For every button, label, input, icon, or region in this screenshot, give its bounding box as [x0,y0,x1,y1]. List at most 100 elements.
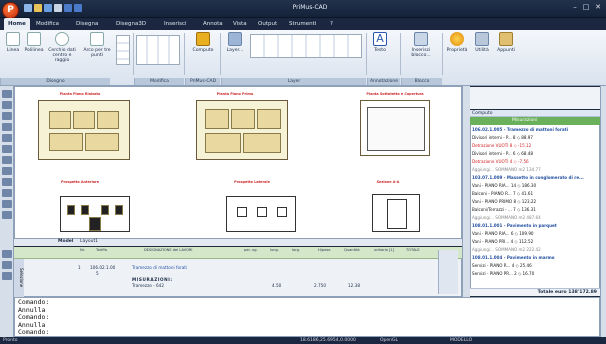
table-header: Nr. Tariffa DESIGNAZIONE dei LAVORI par.… [14,247,462,259]
new-file-icon[interactable] [24,4,32,12]
tool-point-icon[interactable] [2,189,12,197]
tool-text-icon[interactable] [2,211,12,219]
list-item[interactable]: Vani - PIANO RIA... 14 ◇ 186.30 [472,183,598,189]
list-item[interactable]: Divisori interni - P... 8 ◇ 88.97 [472,135,598,141]
elevation-front[interactable] [60,196,130,232]
drawing-title-6: Sezione A-A [376,180,400,184]
arc-icon [90,32,104,46]
circle-button[interactable]: Cerchio dati centro e raggio [45,32,79,63]
panel-toolbar [470,87,600,109]
save-icon[interactable] [44,4,52,12]
layer-tools[interactable] [250,34,362,58]
drawing-title-5: Prospetto Laterale [234,180,270,184]
app-logo[interactable]: P [2,2,19,19]
list-item[interactable]: Vani - PIANO RIA... 6 ◇ 109.90 [472,231,598,237]
space-mode[interactable]: MODELLO [450,337,472,344]
list-item[interactable]: Balconi - PIANO R... 7 ◇ 41.61 [472,191,598,197]
section-header[interactable]: 103.07.1.009 - Massetto in conglomerato … [472,175,598,181]
section-header[interactable]: 108.01.1.004 - Pavimento in marmo [472,255,598,261]
list-item[interactable]: Servizi - PIANO PR... 2 ◇ 16.70 [472,271,598,277]
drawing-title-1: Pianta Piano Rialzato [59,92,101,96]
list-item[interactable]: Servizi - PIANO R... 4 ◇ 25.46 [472,263,598,269]
layer-button[interactable]: Layer... [223,32,247,53]
tab-help[interactable]: ? [326,18,337,30]
tool-spline-icon[interactable] [2,145,12,153]
tool-arc-icon[interactable] [2,123,12,131]
tool-table-icon[interactable] [2,200,12,208]
text-icon: A [373,32,387,46]
properties-button[interactable]: Proprietà [444,32,470,53]
section-aa[interactable] [372,194,420,232]
list-item[interactable]: Vani - PIANO PRI... 4 ◇ 112.52 [472,239,598,245]
list-item[interactable]: Aggiungi... SOMMANO m2 487.64 [472,215,598,221]
status-bar: Pronto 18.6186,25.6954,0.0000 OpenGL MOD… [0,337,606,344]
tool-circle-icon[interactable] [2,112,12,120]
polyline-button[interactable]: Polilinea [23,32,45,53]
text-button[interactable]: A Testo [370,32,390,53]
tab-annota[interactable]: Annota [199,18,227,30]
tab-modifica[interactable]: Modifica [32,18,63,30]
utilities-button[interactable]: Utilità [472,32,492,53]
tab-disegna3d[interactable]: Disegna3D [112,18,150,30]
group-disegno: Disegno [0,78,110,85]
maximize-button[interactable]: □ [581,3,591,11]
drawing-title-3: Pianta Sottotetto e Copertura [366,92,424,96]
print-icon[interactable] [54,4,62,12]
tool-measure-icon[interactable] [2,261,12,269]
tab-strumenti[interactable]: Strumenti [285,18,320,30]
section-header[interactable]: 106.02.1.005 - Tramezzo di mattoni forat… [472,127,598,133]
arc-button[interactable]: Arco per tre punti [82,32,112,58]
close-button[interactable]: ✕ [593,3,603,11]
panel-list: 106.02.1.005 - Tramezzo di mattoni forat… [470,127,600,287]
tab-output[interactable]: Output [254,18,281,30]
drawing-title-2: Pianta Piano Primo [216,92,254,96]
table-row[interactable]: Tramezzo - 642 4.50 2.750 12.38 [14,283,462,289]
status-text: Pronto [3,338,18,343]
draw-tools-small[interactable] [116,35,130,65]
command-line[interactable]: Comando: Annulla Comando: Annulla Comand… [14,297,600,337]
window-title: PriMus-CAD [292,4,328,11]
tab-layout1[interactable]: Layout1 [80,238,98,246]
line-button[interactable]: Linea [3,32,23,53]
tab-model[interactable]: Model [58,238,73,246]
list-item[interactable]: Balconi/Terrazzi - ... 7 ◇ 136.31 [472,207,598,213]
redo-icon[interactable] [74,4,82,12]
splitter[interactable] [462,86,470,297]
tool-block-icon[interactable] [2,178,12,186]
tool-line-icon[interactable] [2,90,12,98]
tab-disegna[interactable]: Disegna [72,18,102,30]
tool-dimension-icon[interactable] [2,250,12,258]
drawing-title-4: Prospetto Anteriore [60,180,100,184]
open-file-icon[interactable] [34,4,42,12]
table-tools[interactable] [438,250,458,294]
computo-button[interactable]: Computo [188,32,218,53]
modify-tools[interactable] [136,35,180,65]
tool-rect-icon[interactable] [2,134,12,142]
tool-grid-icon[interactable] [2,272,12,280]
tool-hatch-icon[interactable] [2,167,12,175]
plan-roof[interactable] [360,100,430,156]
tab-vista[interactable]: Vista [229,18,251,30]
section-header[interactable]: 108.01.1.001 - Pavimento in parquet [472,223,598,229]
properties-icon [450,32,464,46]
insert-block-button[interactable]: Inserisci blocco... [404,32,438,58]
layer-icon [228,32,242,46]
plan-first-floor[interactable] [196,100,288,160]
tab-home[interactable]: Home [4,18,30,30]
list-item[interactable]: Aggiungi... SOMMANO m2 222.42 [472,247,598,253]
elevation-side[interactable] [226,196,296,232]
tab-inserisci[interactable]: Inserisci [160,18,191,30]
minimize-button[interactable]: – [570,3,580,11]
list-item[interactable]: Detrazione VUOTI 4 ◇ -7.56 [472,159,598,165]
panel-column-header: Misurazioni [470,117,600,125]
list-item[interactable]: Aggiungi... SOMMANO m2 134.77 [472,167,598,173]
list-item[interactable]: Vani - PIANO PRIMO 8 ◇ 123.22 [472,199,598,205]
tool-polyline-icon[interactable] [2,101,12,109]
undo-icon[interactable] [64,4,72,12]
list-item[interactable]: Detrazione VUOTI 8 ◇ -15.12 [472,143,598,149]
clipboard-button[interactable]: Appunti [494,32,518,53]
plan-ground-floor[interactable] [38,100,130,160]
tool-ellipse-icon[interactable] [2,156,12,164]
list-item[interactable]: Divisori interni - P... 6 ◇ 68.48 [472,151,598,157]
render-mode[interactable]: OpenGL [380,337,398,344]
